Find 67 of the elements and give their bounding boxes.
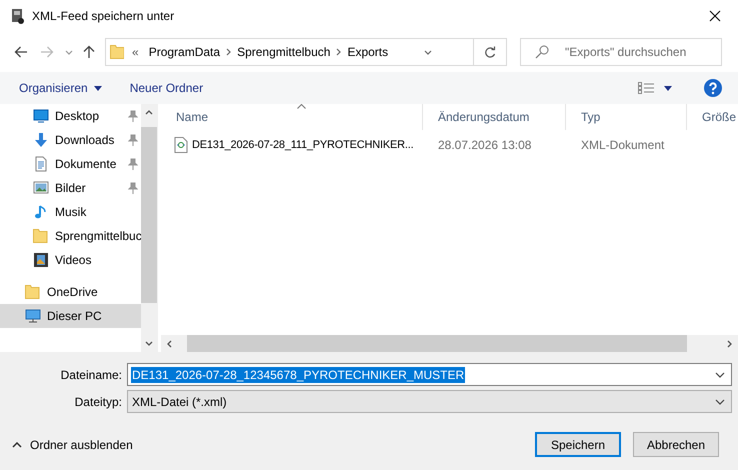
- vertical-scrollbar[interactable]: [141, 104, 157, 352]
- help-icon: [704, 79, 722, 97]
- caret-icon: [94, 86, 102, 90]
- details-view-icon: [638, 82, 654, 94]
- scrollbar-thumb[interactable]: [141, 127, 157, 303]
- refresh-icon: [484, 46, 496, 58]
- chevron-right-icon: [336, 48, 342, 56]
- sidebar-item[interactable]: Dieser PC: [0, 304, 141, 328]
- sidebar-item[interactable]: Videos: [0, 248, 141, 272]
- download-arrow-icon: [33, 132, 49, 148]
- chevron-down-icon: [715, 398, 725, 404]
- chevron-left-icon: [167, 340, 172, 348]
- chevron-down-icon: [715, 372, 725, 378]
- back-arrow-icon: [14, 46, 28, 58]
- overflow-mark[interactable]: «: [132, 45, 139, 59]
- desktop-icon: [33, 108, 49, 124]
- picture-icon: [33, 180, 49, 196]
- sidebar-item[interactable]: Sprengmittelbuc: [0, 224, 141, 248]
- chevron-right-icon: [226, 48, 232, 56]
- field-label: Dateityp:: [74, 394, 122, 408]
- folder-icon: [25, 284, 41, 300]
- app-icon: [10, 8, 26, 24]
- close-icon: [709, 10, 721, 22]
- chevron-down-icon: [424, 50, 432, 54]
- chevron-up-icon: [145, 110, 153, 115]
- sidebar-item[interactable]: Desktop: [0, 104, 141, 128]
- folder-icon: [33, 228, 49, 244]
- search-icon: [535, 45, 549, 59]
- sidebar-item[interactable]: Musik: [0, 200, 141, 224]
- sidebar-item[interactable]: OneDrive: [0, 280, 141, 304]
- file-name: DE131_2026-07-28_111_PYROTECHNIKER...: [192, 139, 414, 151]
- column-header[interactable]: Typ: [566, 104, 687, 130]
- chevron-down-icon: [65, 50, 73, 54]
- breadcrumb-item[interactable]: Sprengmittelbuch: [237, 45, 330, 59]
- field-label: Dateiname:: [60, 368, 122, 382]
- address-bar[interactable]: « ProgramData Sprengmittelbuch Exports: [105, 38, 507, 66]
- computer-icon: [25, 308, 41, 324]
- breadcrumb-item[interactable]: Exports: [347, 45, 388, 59]
- caret-icon: [664, 86, 672, 90]
- filename-field[interactable]: DE131_2026-07-28_12345678_PYROTECHNIKER_MUSTER: [127, 363, 732, 386]
- breadcrumb-item[interactable]: ProgramData: [148, 45, 220, 59]
- film-icon: [33, 252, 49, 268]
- new-folder-button[interactable]: Neuer Ordner: [124, 77, 210, 99]
- sidebar-item[interactable]: Dokumente: [0, 152, 141, 176]
- document-icon: [33, 156, 49, 172]
- sidebar-item[interactable]: Bilder: [0, 176, 141, 200]
- modified-date: 28.07.2026 13:08: [438, 138, 532, 152]
- search-field[interactable]: "Exports" durchsuchen: [520, 38, 722, 66]
- hide-folders-button[interactable]: Ordner ausblenden: [12, 438, 133, 452]
- up-arrow-icon: [83, 45, 95, 59]
- column-header[interactable]: Name: [161, 104, 423, 130]
- window-title: XML-Feed speichern unter: [32, 9, 174, 23]
- chevron-down-icon: [145, 341, 153, 346]
- column-header[interactable]: Änderungsdatum: [423, 104, 566, 130]
- file-type: XML-Dokument: [581, 138, 664, 152]
- xml-file-icon: [174, 137, 188, 153]
- chevron-right-icon: [727, 340, 732, 348]
- cancel-button[interactable]: Abbrechen: [633, 432, 719, 457]
- chevron-up-icon: [12, 442, 22, 448]
- sidebar-item[interactable]: Downloads: [0, 128, 141, 152]
- file-type-dropdown[interactable]: XML-Datei (*.xml): [127, 390, 732, 413]
- save-button[interactable]: Speichern: [535, 432, 621, 457]
- file-row[interactable]: DE131_2026-07-28_111_PYROTECHNIKER... 28.07.2026 13:08 XML-Dokument: [161, 134, 738, 156]
- column-header[interactable]: Größe: [687, 104, 738, 130]
- forward-arrow-icon: [40, 46, 54, 58]
- organize-menu-button[interactable]: Organisieren: [13, 77, 108, 99]
- folder-icon: [110, 44, 124, 60]
